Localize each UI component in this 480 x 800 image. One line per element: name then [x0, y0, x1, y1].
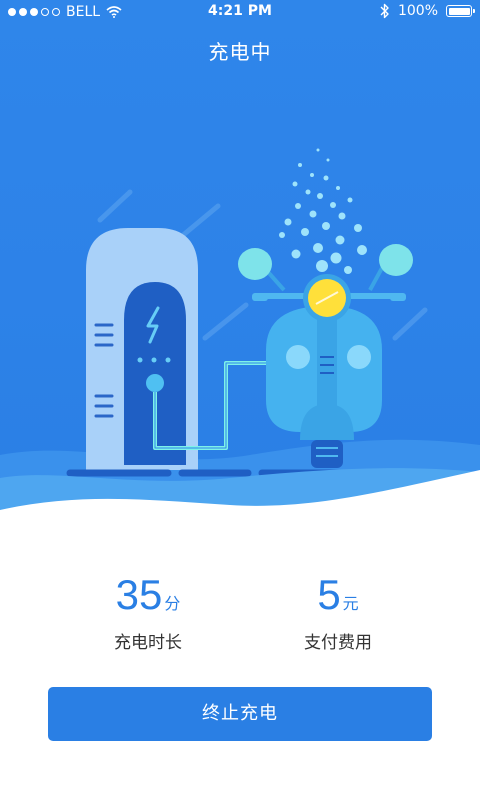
duration-stat: 35 分 充电时长	[48, 570, 248, 653]
duration-unit: 分	[164, 594, 181, 613]
stop-charging-button[interactable]: 终止充电	[48, 687, 432, 741]
payment-value-line: 5元	[238, 570, 438, 620]
hero-banner: BELL 4:21 PM 100% 充电中	[0, 0, 480, 530]
payment-value: 5	[317, 571, 341, 618]
charging-stats: 35 分 充电时长 5元 支付费用	[0, 570, 480, 660]
payment-stat: 5元 支付费用	[238, 570, 438, 653]
battery-percentage: 100%	[397, 3, 438, 19]
charging-illustration	[0, 148, 480, 530]
duration-value: 35	[115, 571, 163, 618]
page-title: 充电中	[208, 40, 272, 64]
duration-label: 充电时长	[114, 633, 182, 653]
duration-value-line: 35 分	[48, 570, 248, 620]
status-right: 100%	[380, 3, 475, 19]
payment-label: 支付费用	[304, 633, 372, 653]
battery-icon	[446, 5, 475, 17]
payment-unit: 元	[342, 594, 359, 613]
scooter	[238, 244, 413, 468]
charging-station	[86, 228, 198, 470]
bluetooth-icon	[380, 3, 389, 19]
status-bar: BELL 4:21 PM 100%	[0, 0, 480, 26]
charging-bubbles	[279, 148, 367, 274]
